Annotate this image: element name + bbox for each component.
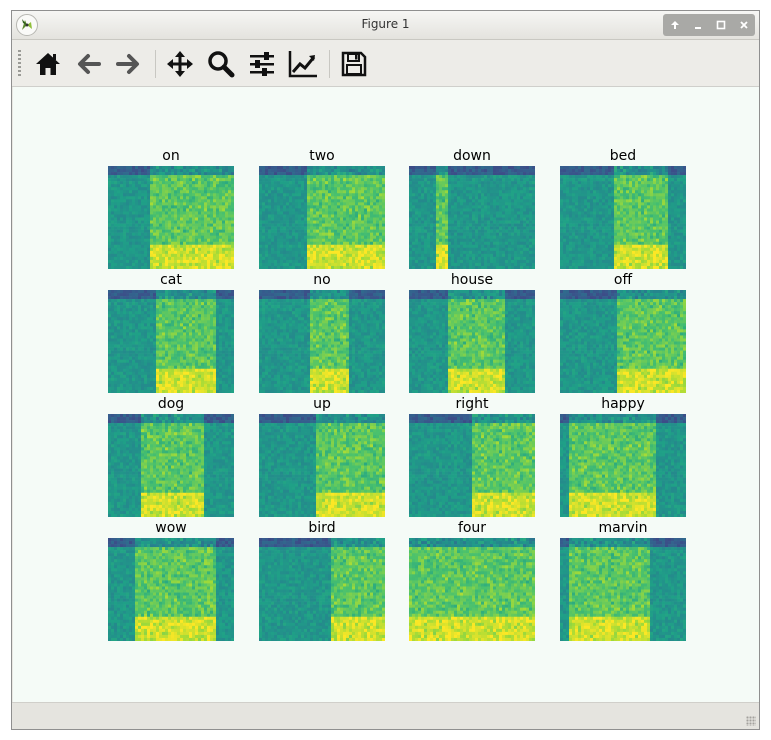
subplot-title: wow [88,520,254,536]
spectrogram-image [259,290,385,393]
configure-subplots-button[interactable] [246,48,278,80]
spectrogram-image [409,538,535,641]
close-button[interactable] [736,17,752,33]
zoom-icon [208,51,235,78]
navigation-toolbar [12,40,759,87]
maximize-button[interactable] [713,17,729,33]
arrow-left-icon [78,54,101,74]
minimize-button[interactable] [690,17,706,33]
spectrogram-image [259,414,385,517]
status-bar [12,702,759,729]
resize-grip[interactable] [746,716,756,726]
spectrogram-image [560,414,686,517]
close-icon [739,21,748,29]
arrow-right-icon [116,54,139,74]
home-button[interactable] [32,48,64,80]
zoom-button[interactable] [205,48,237,80]
spectrogram-image [259,538,385,641]
minimize-icon [694,27,701,29]
sliders-icon [250,52,274,76]
subplot-title: up [239,396,405,412]
spectrogram-image [108,414,234,517]
subplot-title: dog [88,396,254,412]
spectrogram-image [259,166,385,269]
toolbar-separator [329,50,330,78]
arrow-up-icon [670,21,679,29]
spectrogram-image [108,538,234,641]
subplot-title: bed [540,148,706,164]
subplot-title: on [88,148,254,164]
move-icon [167,51,193,77]
maximize-icon [716,20,725,30]
spectrogram-image [108,166,234,269]
subplot-title: house [389,272,555,288]
subplot-title: four [389,520,555,536]
figure-canvas[interactable]: on two down bed cat no house off dog up right happy… [13,87,759,703]
subplot-title: two [239,148,405,164]
subplot-title: off [540,272,706,288]
spectrogram-image [560,538,686,641]
subplot-title: down [389,148,555,164]
subplot-title: cat [88,272,254,288]
spectrogram-image [409,166,535,269]
subplot-title: marvin [540,520,706,536]
subplot-title: happy [540,396,706,412]
save-button[interactable] [338,48,370,80]
subplot-title: right [389,396,555,412]
figure-window: Figure 1 on two down bed cat no house of… [11,10,760,730]
back-button[interactable] [73,48,105,80]
title-bar[interactable]: Figure 1 [12,11,759,40]
spectrogram-image [409,414,535,517]
subplot-title: bird [239,520,405,536]
toolbar-separator [155,50,156,78]
toolbar-grip[interactable] [18,50,21,76]
save-icon [341,51,367,77]
spectrogram-image [409,290,535,393]
edit-axes-button[interactable] [287,48,319,80]
window-controls [663,14,755,36]
spectrogram-image [108,290,234,393]
subplot-title: no [239,272,405,288]
spectrogram-image [560,290,686,393]
forward-button[interactable] [112,48,144,80]
spectrogram-image [560,166,686,269]
keep-above-button[interactable] [667,17,683,33]
pan-button[interactable] [164,48,196,80]
line-chart-icon [288,51,317,78]
window-title: Figure 1 [12,17,759,31]
home-icon [36,53,60,75]
